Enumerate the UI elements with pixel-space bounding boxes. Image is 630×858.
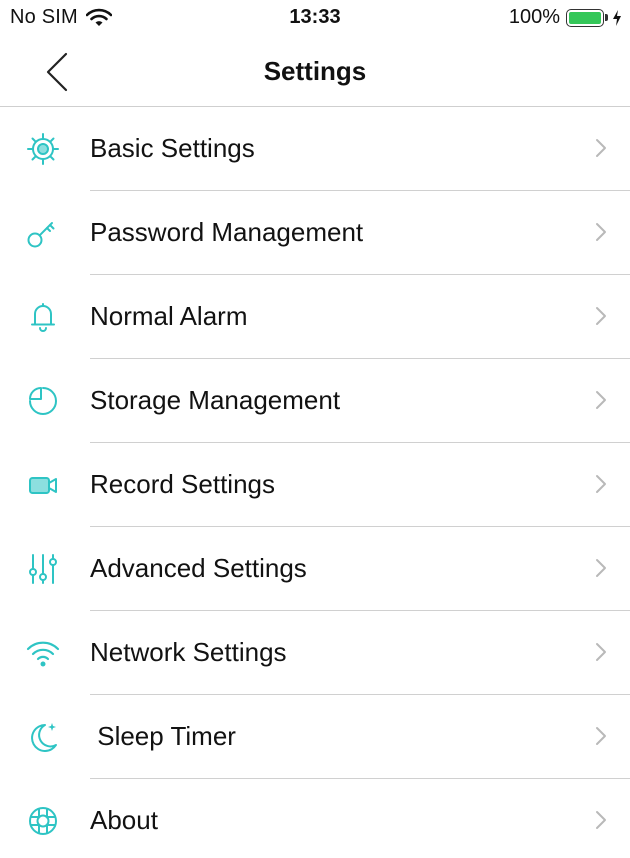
settings-item-advanced-settings[interactable]: Advanced Settings — [0, 527, 630, 611]
battery-level — [569, 11, 601, 24]
chevron-right-icon — [596, 223, 606, 241]
chevron-right-icon — [596, 475, 606, 493]
settings-item-label: Network Settings — [90, 637, 287, 667]
charging-bolt-icon — [613, 9, 621, 26]
bell-icon — [24, 300, 62, 334]
chevron-right-icon — [596, 139, 606, 157]
settings-item-sleep-timer[interactable]: Sleep Timer — [0, 695, 630, 779]
settings-item-storage-management[interactable]: Storage Management — [0, 359, 630, 443]
battery-group: 100% — [509, 6, 622, 29]
moon-icon — [24, 720, 62, 754]
wifi-icon — [24, 636, 62, 670]
settings-list: Basic Settings Password Management Norma… — [0, 107, 630, 858]
page-title: Settings — [263, 56, 367, 86]
settings-screen: No SIM 13:33 100% Settings Basic Setting… — [0, 0, 630, 858]
gear-icon — [24, 132, 62, 166]
battery-icon — [566, 8, 604, 27]
navigation-bar: Settings — [0, 36, 630, 107]
settings-item-label: About — [90, 805, 158, 835]
key-icon — [24, 216, 62, 250]
settings-item-label: Basic Settings — [90, 133, 255, 163]
settings-item-normal-alarm[interactable]: Normal Alarm — [0, 275, 630, 359]
sliders-icon — [24, 552, 62, 586]
settings-item-about[interactable]: About — [0, 779, 630, 858]
settings-item-label: Normal Alarm — [90, 301, 248, 331]
chevron-right-icon — [596, 559, 606, 577]
settings-item-label: Storage Management — [90, 385, 341, 415]
chevron-right-icon — [596, 391, 606, 409]
settings-item-password-management[interactable]: Password Management — [0, 191, 630, 275]
chevron-right-icon — [596, 727, 606, 745]
chevron-right-icon — [596, 643, 606, 661]
settings-item-network-settings[interactable]: Network Settings — [0, 611, 630, 695]
lifebuoy-icon — [24, 804, 62, 838]
pie-chart-icon — [24, 384, 62, 418]
chevron-right-icon — [596, 811, 606, 829]
settings-item-label: Sleep Timer — [90, 721, 236, 751]
settings-item-basic-settings[interactable]: Basic Settings — [0, 107, 630, 191]
settings-item-label: Password Management — [90, 217, 364, 247]
battery-percent: 100% — [508, 6, 560, 28]
settings-item-label: Advanced Settings — [90, 553, 307, 583]
chevron-right-icon — [596, 307, 606, 325]
video-camera-icon — [24, 468, 62, 502]
status-bar: No SIM 13:33 100% — [0, 0, 630, 36]
battery-tip — [605, 14, 608, 21]
settings-item-record-settings[interactable]: Record Settings — [0, 443, 630, 527]
settings-item-label: Record Settings — [90, 469, 275, 499]
